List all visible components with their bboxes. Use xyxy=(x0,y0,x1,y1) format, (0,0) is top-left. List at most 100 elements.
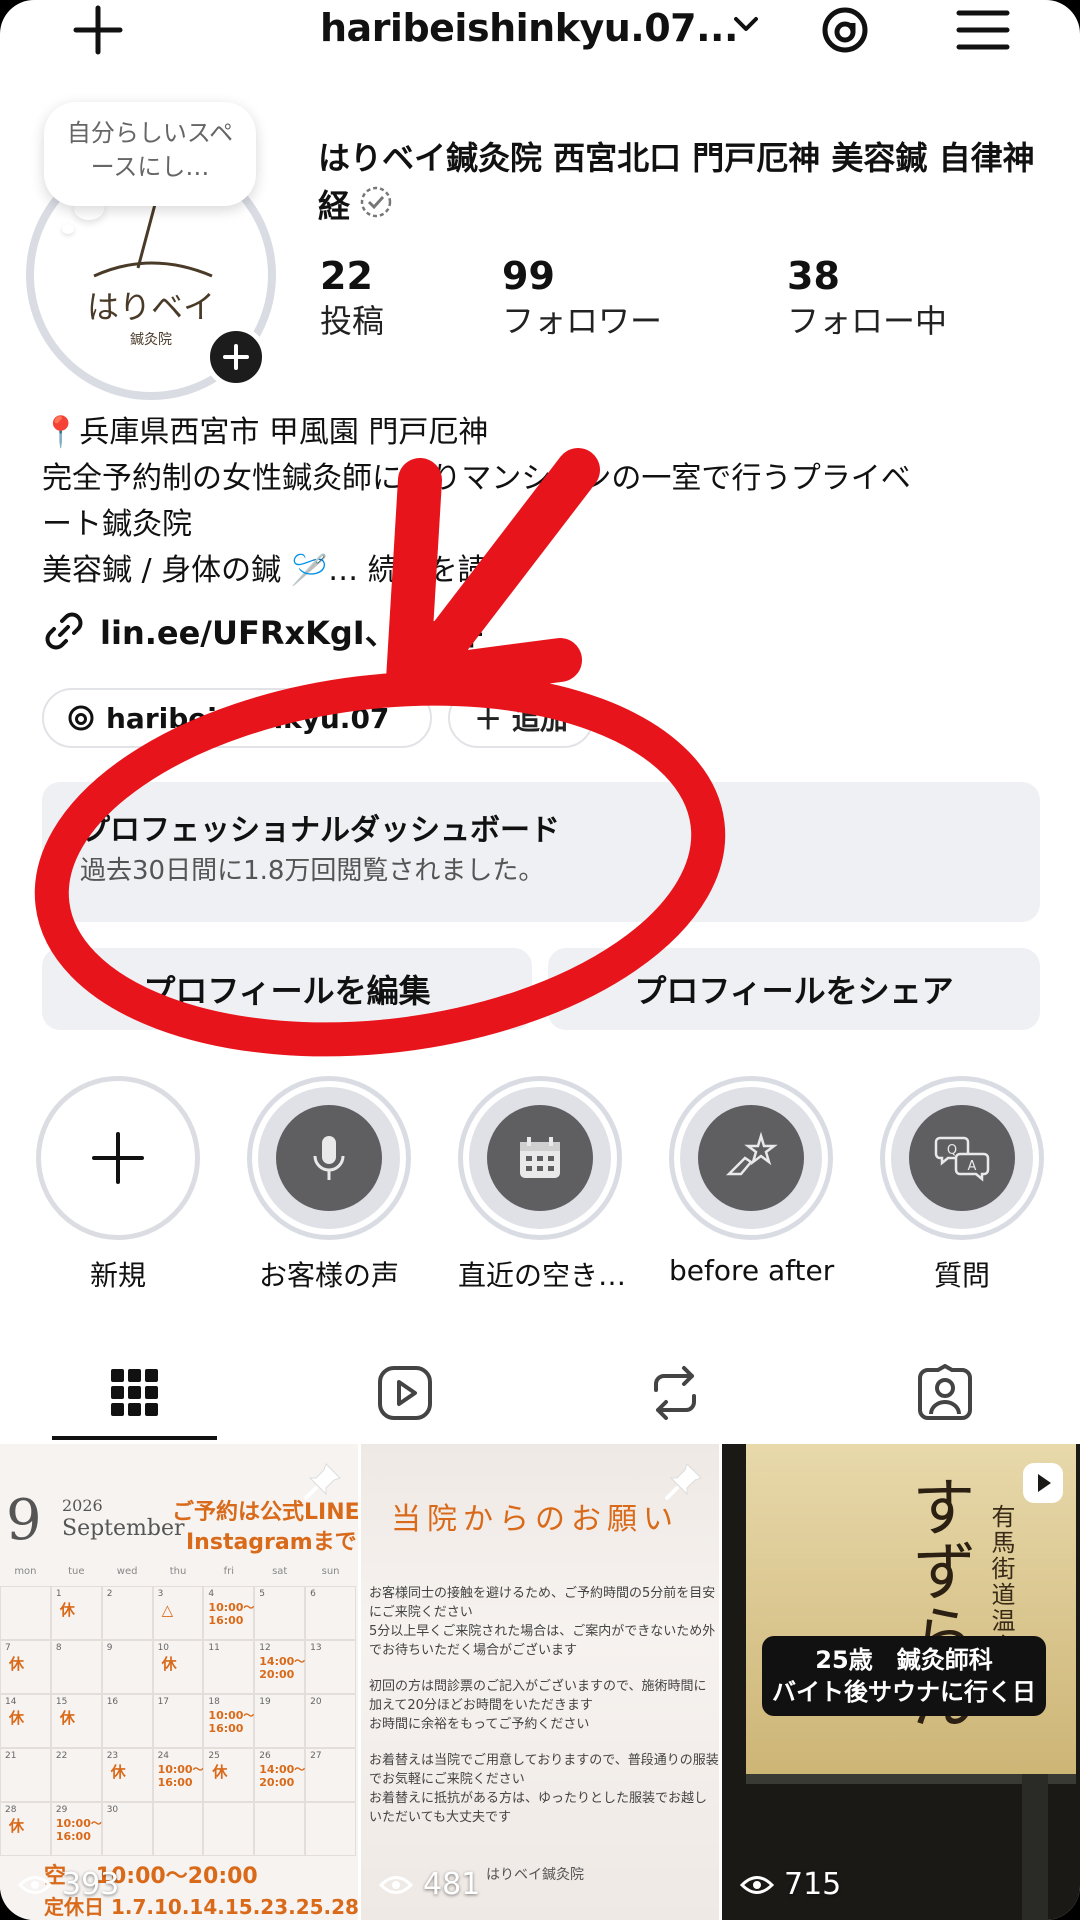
repost-icon xyxy=(654,1366,696,1420)
professional-dashboard[interactable]: プロフェッショナルダッシュボード 過去30日間に1.8万回閲覧されました。 xyxy=(42,782,1040,922)
calendar-cell: 20 xyxy=(305,1694,356,1748)
calendar-cell: 11 xyxy=(203,1640,255,1694)
calendar-cell: 5 xyxy=(254,1586,306,1640)
display-name-text: はりベイ鍼灸院 西宮北口 門戸厄神 美容鍼 自律神経 xyxy=(318,139,1035,225)
calendar-cell: 27 xyxy=(305,1748,356,1802)
highlight-new[interactable]: 新規 xyxy=(36,1076,200,1294)
calendar-date: 26 xyxy=(259,1751,271,1761)
top-bar: haribeishinkyu.07... xyxy=(0,0,1080,60)
stat-posts[interactable]: 22 投稿 xyxy=(320,254,384,344)
eye-play-icon xyxy=(379,1875,413,1894)
bio-line: 完全予約制の女性鍼灸師によりマンションの一室で行うプライベ xyxy=(42,461,911,496)
notice-paragraph: お客様同士の接触を避けるため、ご予約時間の5分前を目安にご来院ください 5分以上… xyxy=(369,1586,716,1658)
calendar-date: 19 xyxy=(259,1697,271,1707)
tab-reposts[interactable] xyxy=(590,1346,760,1440)
account-username[interactable]: haribeishinkyu.07... xyxy=(320,6,738,50)
post-calendar[interactable]: 9 2026 September ご予約は公式LINEか Instagramまで… xyxy=(0,1444,358,1920)
eye-play-icon xyxy=(740,1875,774,1894)
threads-icon[interactable] xyxy=(815,0,875,60)
profile-bio: 📍兵庫県西宮市 甲風園 門戸厄神 完全予約制の女性鍼灸師によりマンションの一室で… xyxy=(42,410,1052,594)
highlight-ring xyxy=(458,1076,622,1240)
calendar-weekday: fri xyxy=(223,1566,235,1577)
following-label: フォロー中 xyxy=(787,302,948,340)
threads-chip[interactable]: haribeishinkyu.07 xyxy=(42,688,432,748)
qa-bubbles-icon: QA xyxy=(934,1136,990,1182)
calendar-date: 15 xyxy=(55,1697,68,1707)
calendar-weekdays: mon tue wed thu fri sat sun xyxy=(0,1566,356,1577)
notice-body: お客様同士の接触を避けるため、ご予約時間の5分前を目安にご来院ください 5分以上… xyxy=(369,1584,719,1844)
profile-display-name: はりベイ鍼灸院 西宮北口 門戸厄神 美容鍼 自律神経 xyxy=(318,134,1058,233)
svg-text:鍼灸院: 鍼灸院 xyxy=(130,331,172,348)
profile-tabs xyxy=(0,1346,1080,1440)
create-plus-icon[interactable] xyxy=(70,2,126,58)
calendar-date: 4 xyxy=(208,1589,215,1599)
dashboard-subtitle: 過去30日間に1.8万回閲覧されました。 xyxy=(80,856,545,886)
highlight-availability[interactable]: 直近の空き… xyxy=(458,1076,627,1294)
view-count: 393 xyxy=(18,1867,119,1902)
view-count-value: 715 xyxy=(784,1867,842,1902)
calendar-date: 2 xyxy=(106,1589,113,1599)
add-chip-button[interactable]: ＋ 追加 xyxy=(448,688,594,748)
calendar-cell: 10 休 xyxy=(152,1640,204,1694)
calendar-month-name: September xyxy=(62,1516,185,1541)
stat-followers[interactable]: 99 フォロワー xyxy=(502,254,662,344)
calendar-cell: 29 10:00〜16:00 xyxy=(50,1802,102,1856)
menu-hamburger-icon[interactable] xyxy=(955,2,1011,58)
add-story-button[interactable] xyxy=(205,326,267,388)
notice-signature: はりベイ鍼灸院 xyxy=(486,1867,584,1883)
calendar-cell-status: 休 xyxy=(9,1817,25,1835)
caption-line: 25歳 鍼灸師科 xyxy=(815,1646,993,1674)
active-tab-indicator xyxy=(52,1436,217,1440)
calendar-date: 3 xyxy=(157,1589,164,1599)
profile-link[interactable]: lin.ee/UFRxKgI、他1件 xyxy=(42,608,483,654)
calendar-year: 2026 xyxy=(62,1496,103,1515)
share-profile-button[interactable]: プロフィールをシェア xyxy=(548,948,1040,1030)
calendar-month-number: 9 xyxy=(6,1488,42,1553)
highlight-label: 直近の空き… xyxy=(458,1259,627,1292)
profile-note-bubble[interactable]: 自分らしいスペースにし… xyxy=(44,102,256,206)
sign-post xyxy=(1022,1774,1048,1920)
posts-label: 投稿 xyxy=(320,302,385,340)
post-notice[interactable]: 当院からのお願い お客様同士の接触を避けるため、ご予約時間の5分前を目安にご来院… xyxy=(361,1444,719,1920)
calendar-cell-status: 10:00〜16:00 xyxy=(208,1601,255,1627)
calendar-date: 8 xyxy=(55,1643,62,1653)
stat-following[interactable]: 38 フォロー中 xyxy=(787,254,947,344)
highlight-label: お客様の声 xyxy=(258,1259,399,1292)
tab-reels[interactable] xyxy=(320,1346,490,1440)
calendar-cell xyxy=(254,1802,306,1856)
tab-grid[interactable] xyxy=(50,1346,220,1440)
calendar-cell-status: 10:00〜16:00 xyxy=(208,1709,255,1735)
plus-icon xyxy=(92,1132,144,1184)
followers-label: フォロワー xyxy=(502,302,663,340)
highlight-before-after[interactable]: before after xyxy=(669,1076,835,1287)
calendar-cell-status: 10:00〜16:00 xyxy=(55,1817,102,1843)
instagram-profile-screen: haribeishinkyu.07... はりベイ 鍼灸院 自分らしいスペースに… xyxy=(0,0,1080,1920)
highlight-customer-voice[interactable]: お客様の声 xyxy=(247,1076,411,1294)
calendar-icon xyxy=(520,1137,560,1178)
calendar-cell: 3 △ xyxy=(152,1586,204,1640)
highlight-ring: QA xyxy=(880,1076,1044,1240)
chevron-down-icon[interactable] xyxy=(728,6,764,46)
calendar-cell: 13 xyxy=(305,1640,356,1694)
calendar-cell: 21 xyxy=(0,1748,51,1802)
calendar-cell-status: △ xyxy=(161,1601,174,1619)
reel-caption: 25歳 鍼灸師科 バイト後サウナに行く日 xyxy=(762,1636,1046,1716)
calendar-cell: 15 休 xyxy=(50,1694,102,1748)
calendar-date: 6 xyxy=(310,1589,316,1599)
highlight-label: 新規 xyxy=(89,1259,146,1292)
calendar-cell: 26 14:00〜20:00 xyxy=(254,1748,305,1802)
calendar-date: 30 xyxy=(106,1805,119,1815)
highlight-label: before after xyxy=(669,1254,835,1287)
microphone-icon xyxy=(313,1136,345,1180)
calendar-grid: 1 休 2 3 △ 4 10:00〜16:00 5 6 7 休 8 9 10 休 11 12 14:00〜20:0… xyxy=(0,1586,356,1856)
edit-profile-button[interactable]: プロフィールを編集 xyxy=(42,948,532,1030)
post-reel[interactable]: 有馬街道温泉 すずらん 25歳 鍼灸師科 バイト後サウナに行く日 715 xyxy=(722,1444,1080,1920)
calendar-weekday: mon xyxy=(14,1566,37,1577)
calendar-cell: 30 xyxy=(101,1802,153,1856)
calendar-cell-status: 休 xyxy=(9,1709,25,1727)
calendar-cell: 25 休 xyxy=(203,1748,255,1802)
highlight-qa[interactable]: QA 質問 xyxy=(880,1076,1044,1294)
caption-line: バイト後サウナに行く日 xyxy=(772,1678,1036,1706)
bio-line-more[interactable]: 美容鍼 / 身体の鍼 🪡… 続きを読む xyxy=(42,548,1052,594)
tab-tagged[interactable] xyxy=(860,1346,1030,1440)
